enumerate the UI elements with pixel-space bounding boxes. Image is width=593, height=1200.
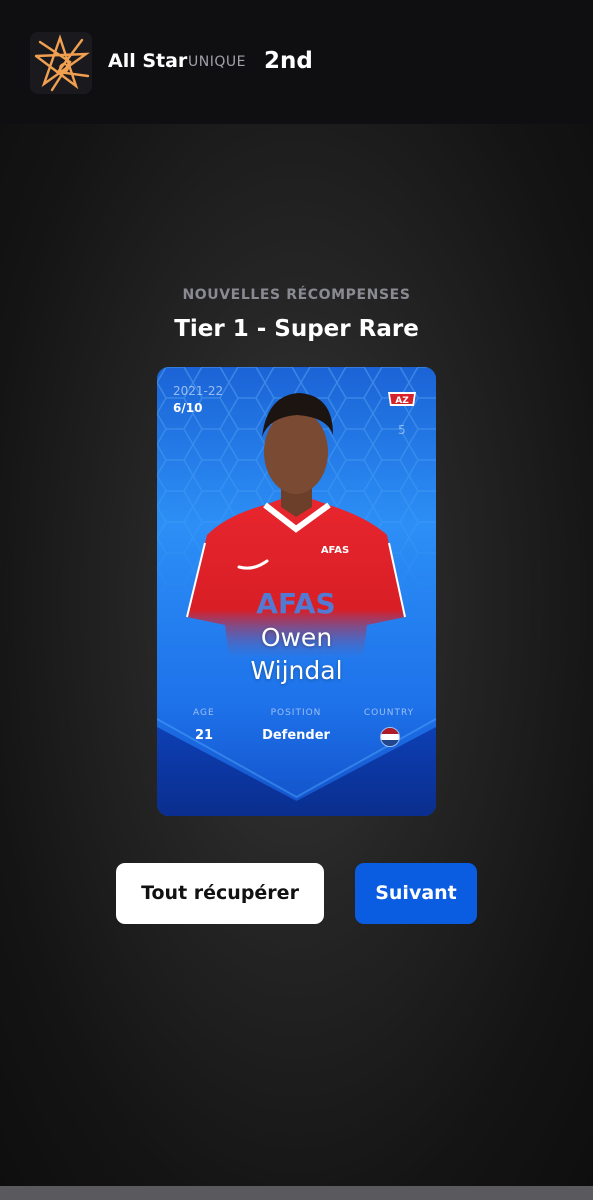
new-rewards-label: NOUVELLES RÉCOMPENSES bbox=[182, 287, 411, 303]
next-button[interactable]: Suivant bbox=[355, 863, 477, 924]
svg-text:AFAS: AFAS bbox=[256, 587, 335, 620]
ranking-position: 2nd bbox=[264, 48, 313, 74]
club-badge-icon: AZ bbox=[386, 390, 418, 408]
netherlands-flag-icon bbox=[380, 727, 400, 747]
card-season: 2021-22 bbox=[173, 384, 224, 398]
player-first-name: Owen bbox=[260, 623, 333, 652]
age-label: AGE bbox=[193, 708, 215, 718]
country-label: COUNTRY bbox=[363, 708, 415, 718]
position-label: POSITION bbox=[270, 708, 322, 718]
competition-name: All Star bbox=[108, 50, 188, 72]
player-last-name: Wijndal bbox=[250, 656, 343, 685]
reward-tier-title: Tier 1 - Super Rare bbox=[174, 316, 419, 342]
competition-tier: UNIQUE bbox=[188, 54, 246, 70]
position-value: Defender bbox=[262, 728, 330, 743]
competition-header: All Star UNIQUE 2nd bbox=[0, 0, 593, 124]
rewards-screen: All Star UNIQUE 2nd NOUVELLES RÉCOMPENSE… bbox=[0, 0, 593, 1200]
player-card[interactable]: AFAS AFAS 2021-22 6/10 AZ 5 Owen Wijndal… bbox=[157, 367, 436, 816]
card-serial-number: 6/10 bbox=[173, 401, 203, 415]
collect-all-button[interactable]: Tout récupérer bbox=[116, 863, 324, 924]
player-name: Owen Wijndal bbox=[157, 621, 436, 687]
age-value: 21 bbox=[194, 728, 214, 743]
svg-text:AFAS: AFAS bbox=[321, 545, 349, 556]
bottom-edge bbox=[0, 1186, 593, 1200]
jersey-number: 5 bbox=[398, 423, 406, 437]
star-logo-icon bbox=[30, 32, 92, 94]
card-artwork: AFAS AFAS bbox=[157, 367, 436, 816]
svg-text:AZ: AZ bbox=[395, 396, 409, 406]
